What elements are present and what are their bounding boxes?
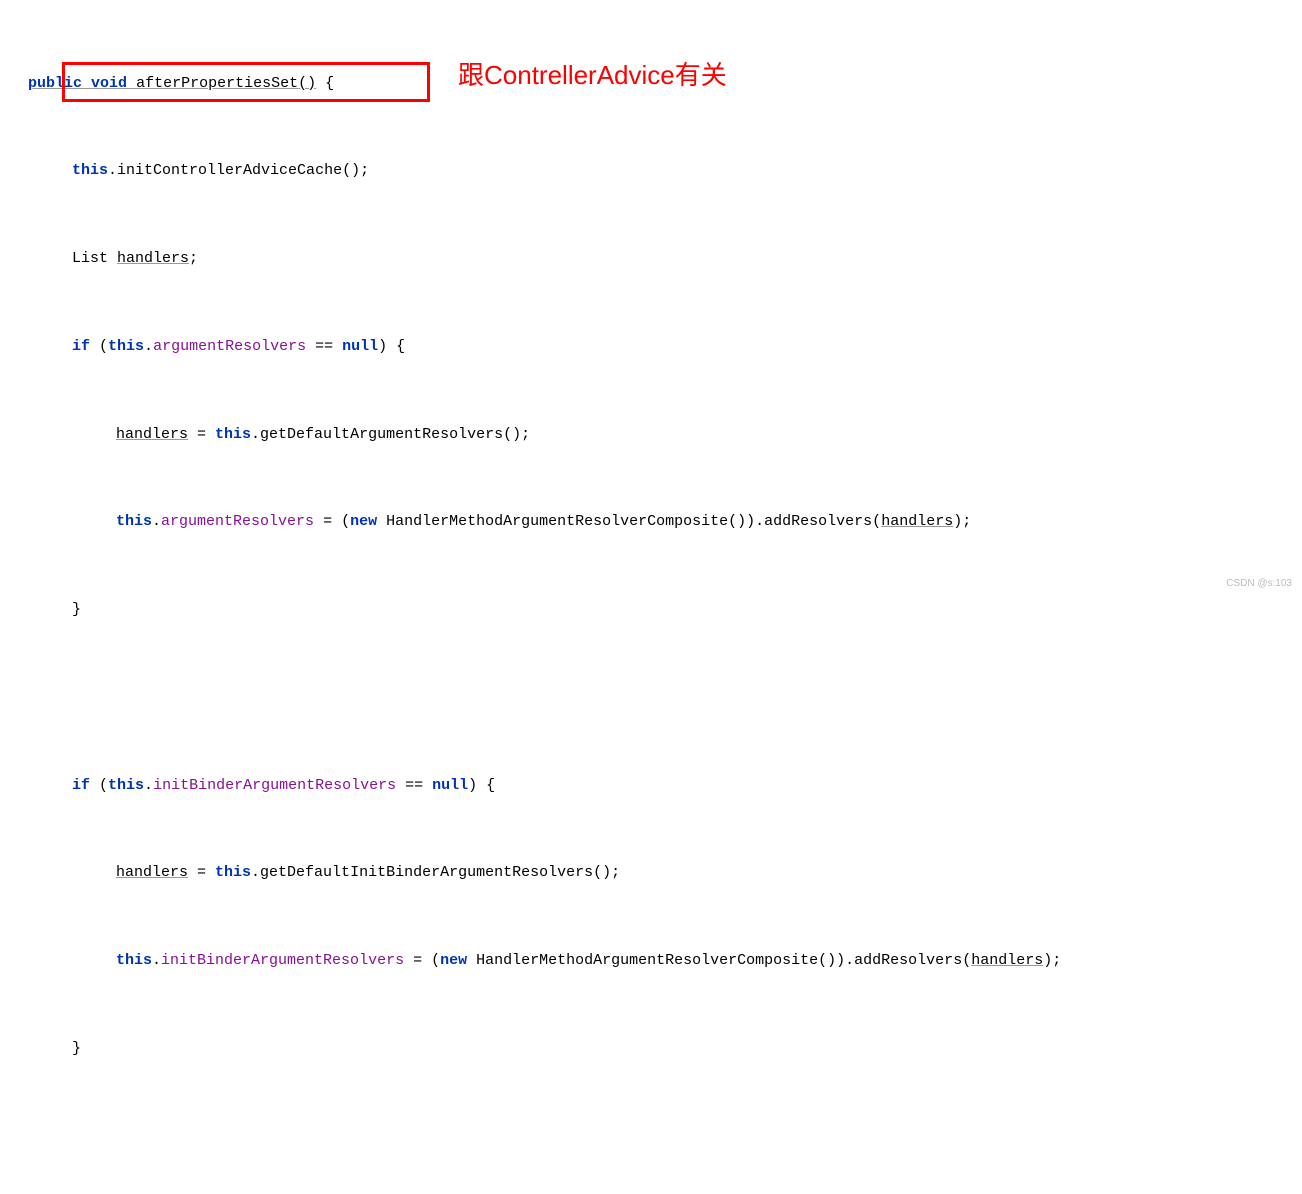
blank-line: [28, 683, 1302, 712]
if-initBinder: if (this.initBinderArgumentResolvers == …: [28, 771, 1302, 800]
method-name: afterPropertiesSet: [136, 75, 298, 92]
blank-line-2: [28, 1122, 1302, 1151]
field-initBinderArgumentResolvers: initBinderArgumentResolvers: [153, 777, 396, 794]
assign-initBinder: this.initBinderArgumentResolvers = (new …: [28, 946, 1302, 975]
code-editor[interactable]: public void afterPropertiesSet() { this.…: [0, 10, 1302, 1194]
init-cache-line: this.initControllerAdviceCache();: [28, 156, 1302, 185]
var-handlers: handlers: [117, 250, 189, 267]
close-brace-2: }: [28, 1034, 1302, 1063]
if-argument-resolvers: if (this.argumentResolvers == null) {: [28, 332, 1302, 361]
assign-handlers-1: handlers = this.getDefaultArgumentResolv…: [28, 420, 1302, 449]
keyword-public: public: [28, 75, 82, 92]
annotation-text: 跟ContrellerAdvice有关: [458, 50, 727, 101]
declare-handlers-line: List handlers;: [28, 244, 1302, 273]
assign-handlers-2: handlers = this.getDefaultInitBinderArgu…: [28, 858, 1302, 887]
field-argumentResolvers: argumentResolvers: [153, 338, 306, 355]
keyword-void: void: [91, 75, 127, 92]
assign-argumentResolvers: this.argumentResolvers = (new HandlerMet…: [28, 507, 1302, 536]
close-brace-1: }: [28, 595, 1302, 624]
watermark-text: CSDN @s:103: [1226, 574, 1292, 594]
